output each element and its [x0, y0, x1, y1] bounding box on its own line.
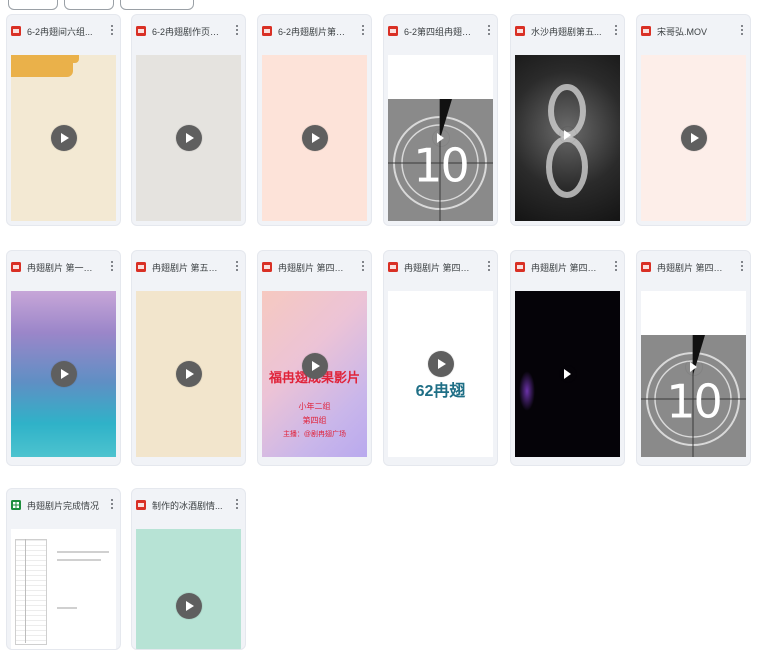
more-options-icon[interactable] [358, 259, 368, 275]
purple-light-streak [519, 371, 535, 411]
file-card[interactable]: 水沙冉翅剧第五... [510, 14, 625, 226]
sheet-text-line [57, 607, 77, 609]
poster-line: 主播：@剧冉翅广场 [282, 431, 347, 438]
file-thumbnail [136, 291, 241, 457]
file-card[interactable]: 制作的冰酒剧情... [131, 488, 246, 650]
more-options-icon[interactable] [107, 259, 117, 275]
file-card[interactable]: 宋哥弘.MOV [636, 14, 751, 226]
play-icon[interactable] [50, 361, 77, 387]
spreadsheet-file-icon [11, 500, 21, 510]
file-thumbnail [136, 55, 241, 221]
file-card[interactable]: 冉翅剧片 第四组... [510, 250, 625, 466]
countdown-number: 10 [666, 374, 723, 429]
play-icon[interactable] [175, 125, 202, 151]
video-file-icon [641, 26, 651, 36]
file-card[interactable]: 6-2冉翅间六组... [6, 14, 121, 226]
file-card[interactable]: 6-2第四组冉翅剧... 10 [383, 14, 498, 226]
play-icon[interactable] [680, 125, 707, 151]
poster-line: 第四组 [302, 416, 327, 425]
more-options-icon[interactable] [484, 259, 494, 275]
more-options-icon[interactable] [611, 23, 621, 39]
file-title: 冉翅剧片 第一组... [27, 263, 99, 273]
file-title: 冉翅剧片 第四组(... [404, 263, 476, 273]
more-options-icon[interactable] [107, 23, 117, 39]
file-thumbnail [11, 55, 116, 221]
play-icon[interactable] [175, 592, 202, 619]
play-icon[interactable] [433, 130, 449, 146]
countdown-number: 10 [413, 138, 470, 193]
file-title: 6-2第四组冉翅剧... [404, 27, 476, 37]
file-card[interactable]: 冉翅剧片 第四组(... 10 [636, 250, 751, 466]
file-card[interactable]: 冉翅剧片 第五组(... [131, 250, 246, 466]
more-options-icon[interactable] [358, 23, 368, 39]
file-thumbnail: 10 [388, 55, 493, 221]
file-title: 6-2冉翅剧作页一... [152, 27, 224, 37]
thumb-caption: 62冉翅 [415, 383, 466, 400]
file-thumbnail: 福冉翅成果影片 小年二组 第四组 主播：@剧冉翅广场 [262, 291, 367, 457]
file-thumbnail [515, 291, 620, 457]
video-file-icon [515, 26, 525, 36]
sheet-text-line [57, 551, 109, 553]
video-file-icon [515, 262, 525, 272]
sheet-col-divider [25, 539, 26, 643]
video-file-icon [11, 26, 21, 36]
play-icon[interactable] [686, 359, 702, 375]
more-options-icon[interactable] [107, 497, 117, 513]
file-title: 制作的冰酒剧情... [152, 501, 223, 511]
file-thumbnail [262, 55, 367, 221]
play-icon[interactable] [301, 352, 328, 379]
file-title: 冉翅剧片 第四组(... [278, 263, 350, 273]
file-thumbnail [11, 529, 116, 649]
more-options-icon[interactable] [611, 259, 621, 275]
file-thumbnail: 10 [641, 291, 746, 457]
play-icon[interactable] [301, 125, 328, 151]
file-card[interactable]: 冉翅剧片 第四组(... 福冉翅成果影片 小年二组 第四组 主播：@剧冉翅广场 [257, 250, 372, 466]
file-title: 冉翅剧片 第四组... [531, 263, 603, 273]
play-icon[interactable] [560, 366, 576, 382]
filter-chip-2[interactable] [64, 0, 114, 10]
more-options-icon[interactable] [484, 23, 494, 39]
filter-chip-1[interactable] [8, 0, 58, 10]
video-file-icon [136, 262, 146, 272]
file-title: 6-2冉翅剧片第二... [278, 27, 350, 37]
video-file-icon [11, 262, 21, 272]
video-file-icon [388, 26, 398, 36]
file-card[interactable]: 冉翅剧片 第一组... [6, 250, 121, 466]
folder-tab [59, 55, 79, 63]
sheet-table-preview [15, 539, 47, 645]
more-options-icon[interactable] [232, 23, 242, 39]
file-title: 冉翅剧片 第四组(... [657, 263, 729, 273]
more-options-icon[interactable] [232, 259, 242, 275]
file-card[interactable]: 6-2冉翅剧作页一... [131, 14, 246, 226]
video-file-icon [136, 500, 146, 510]
play-icon[interactable] [175, 361, 202, 387]
file-card[interactable]: 6-2冉翅剧片第二... [257, 14, 372, 226]
play-icon[interactable] [427, 351, 454, 378]
more-options-icon[interactable] [232, 497, 242, 513]
file-title: 6-2冉翅间六组... [27, 27, 93, 37]
video-file-icon [388, 262, 398, 272]
file-title: 冉翅剧片 第五组(... [152, 263, 224, 273]
video-file-icon [262, 262, 272, 272]
poster-line: 小年二组 [298, 402, 331, 411]
file-card[interactable]: 冉翅剧片 第四组(... 62冉翅 [383, 250, 498, 466]
file-title: 宋哥弘.MOV [657, 27, 708, 37]
filter-chip-3[interactable] [120, 0, 194, 10]
file-card[interactable]: 冉翅剧片完成情况 [6, 488, 121, 650]
video-file-icon [136, 26, 146, 36]
file-thumbnail [11, 291, 116, 457]
video-file-icon [262, 26, 272, 36]
more-options-icon[interactable] [737, 259, 747, 275]
file-title: 冉翅剧片完成情况 [27, 501, 99, 511]
file-thumbnail [515, 55, 620, 221]
file-title: 水沙冉翅剧第五... [531, 27, 602, 37]
play-icon[interactable] [560, 127, 576, 143]
more-options-icon[interactable] [737, 23, 747, 39]
sheet-text-line [57, 559, 101, 561]
video-file-icon [641, 262, 651, 272]
file-thumbnail [641, 55, 746, 221]
play-icon[interactable] [50, 125, 77, 151]
file-thumbnail [136, 529, 241, 649]
file-thumbnail: 62冉翅 [388, 291, 493, 457]
